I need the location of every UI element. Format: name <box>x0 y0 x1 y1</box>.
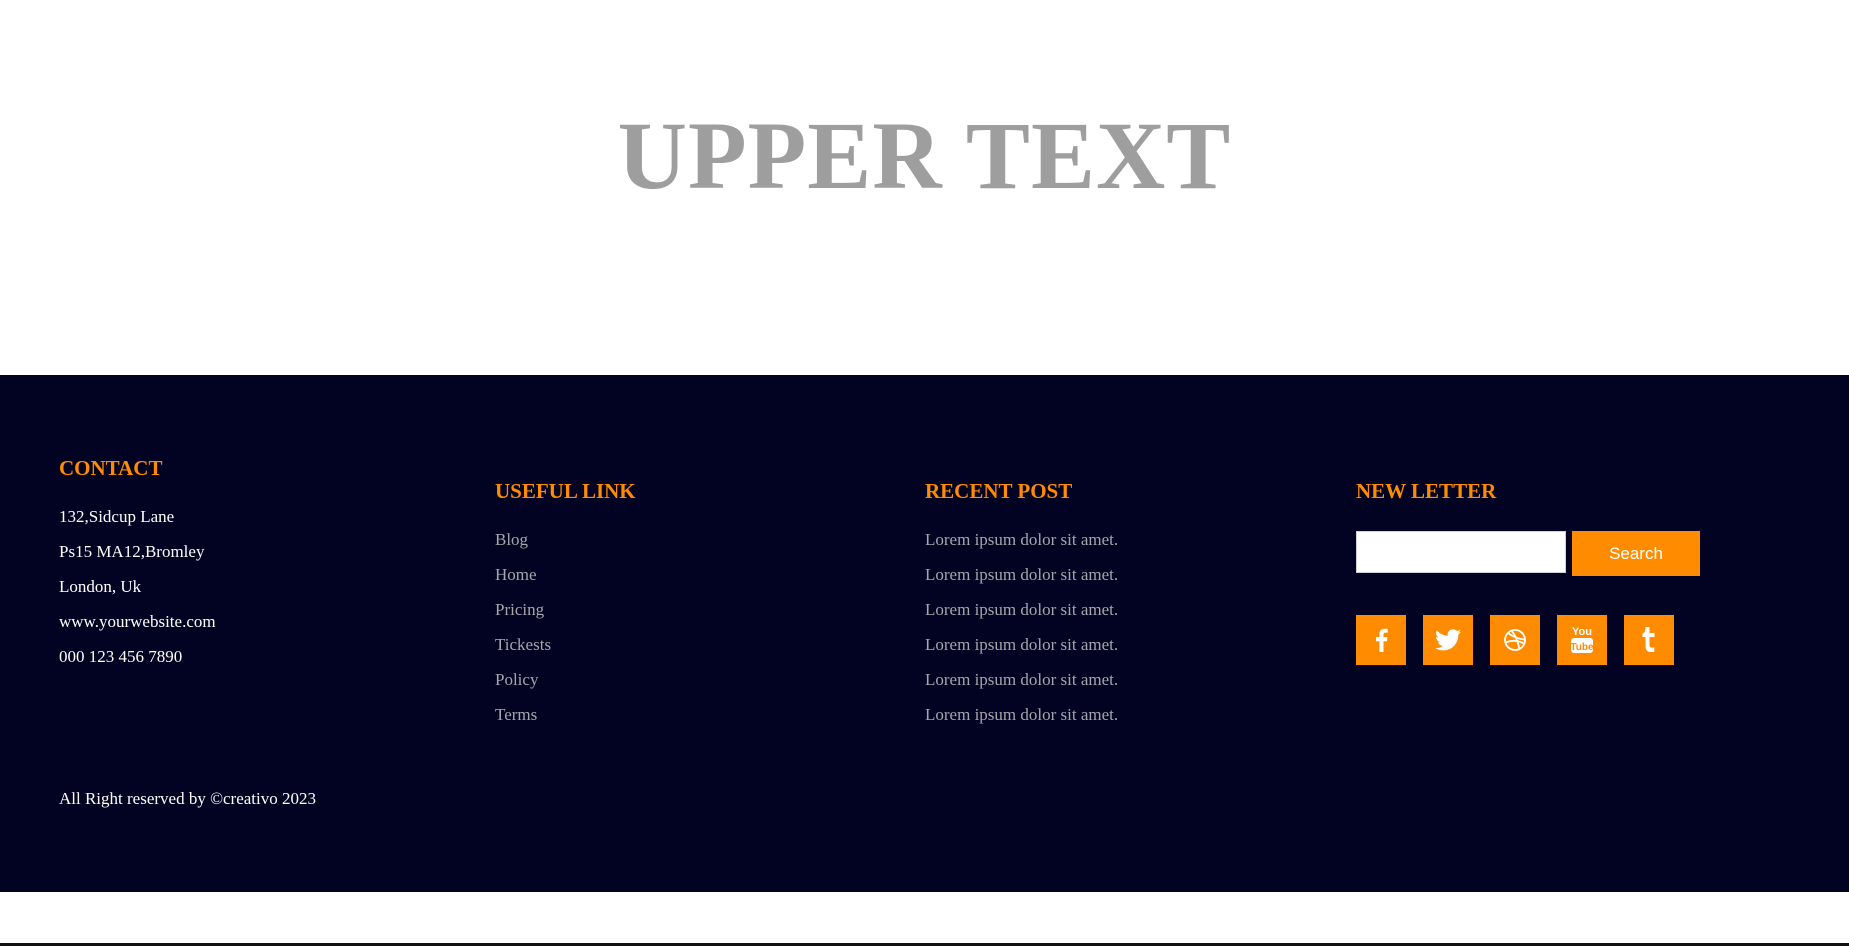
footer-link-tickests[interactable]: Tickests <box>495 636 551 653</box>
footer-link-home[interactable]: Home <box>495 566 537 583</box>
copyright-text: All Right reserved by ©creativo 2023 <box>59 789 316 808</box>
newsletter-heading: NEW LETTER <box>1356 479 1497 503</box>
contact-heading: CONTACT <box>59 456 163 480</box>
footer-link-policy[interactable]: Policy <box>495 671 538 688</box>
youtube-button[interactable]: You Tube <box>1557 615 1607 665</box>
contact-phone: 000 123 456 7890 <box>59 647 183 666</box>
newsletter-email-input[interactable] <box>1356 531 1566 573</box>
hero-title: UPPER TEXT <box>617 101 1232 209</box>
site-footer: CONTACT 132,Sidcup Lane Ps15 MA12,Bromle… <box>0 375 1849 892</box>
footer-link-terms[interactable]: Terms <box>495 706 537 723</box>
contact-city: London, Uk <box>59 577 142 596</box>
recent-post-column: RECENT POST Lorem ipsum dolor sit amet. … <box>925 479 1305 724</box>
hero-section: UPPER TEXT <box>0 0 1849 375</box>
contact-address-line-1: 132,Sidcup Lane <box>59 507 175 526</box>
recent-post-item[interactable]: Lorem ipsum dolor sit amet. <box>925 531 1118 548</box>
footer-link-pricing[interactable]: Pricing <box>495 601 544 618</box>
contact-column: CONTACT 132,Sidcup Lane Ps15 MA12,Bromle… <box>59 456 419 666</box>
useful-link-column: USEFUL LINK Blog Home Pricing Tickests P… <box>495 479 875 724</box>
footer-link-blog[interactable]: Blog <box>495 531 528 548</box>
twitter-button[interactable] <box>1423 615 1473 665</box>
contact-website: www.yourwebsite.com <box>59 612 216 631</box>
youtube-icon: You Tube <box>1570 626 1594 653</box>
dribbble-button[interactable] <box>1490 615 1540 665</box>
contact-address-line-2: Ps15 MA12,Bromley <box>59 542 205 561</box>
recent-post-item[interactable]: Lorem ipsum dolor sit amet. <box>925 706 1118 723</box>
recent-post-item[interactable]: Lorem ipsum dolor sit amet. <box>925 566 1118 583</box>
svg-text:You: You <box>1572 626 1592 638</box>
recent-post-heading: RECENT POST <box>925 479 1073 503</box>
twitter-icon <box>1435 629 1461 651</box>
tumblr-button[interactable] <box>1624 615 1674 665</box>
facebook-button[interactable] <box>1356 615 1406 665</box>
recent-post-item[interactable]: Lorem ipsum dolor sit amet. <box>925 601 1118 618</box>
facebook-icon <box>1376 628 1388 652</box>
svg-text:Tube: Tube <box>1570 642 1594 653</box>
newsletter-column: NEW LETTER Search You Tube <box>1356 481 1816 681</box>
tumblr-icon <box>1642 627 1655 652</box>
recent-post-item[interactable]: Lorem ipsum dolor sit amet. <box>925 671 1118 688</box>
recent-post-item[interactable]: Lorem ipsum dolor sit amet. <box>925 636 1118 653</box>
search-button[interactable]: Search <box>1572 531 1700 576</box>
dribbble-icon <box>1504 629 1526 651</box>
useful-link-heading: USEFUL LINK <box>495 479 636 503</box>
